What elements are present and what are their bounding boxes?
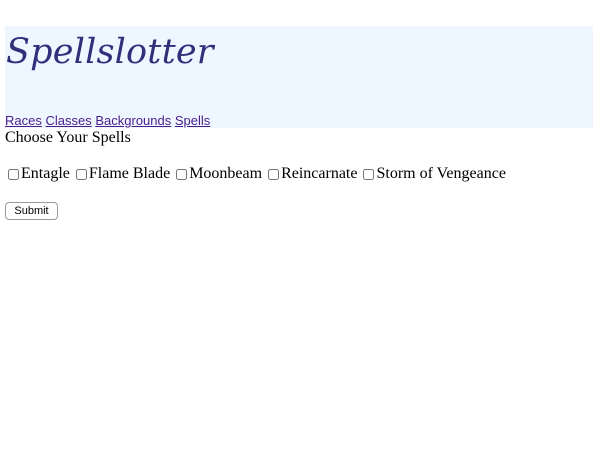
spell-checkbox-flame-blade[interactable] <box>75 168 87 180</box>
spell-option-flame-blade[interactable]: Flame Blade <box>73 164 170 184</box>
spell-label: Moonbeam <box>189 165 263 182</box>
spell-label: Reincarnate <box>281 165 358 182</box>
page: Spellslotter Races Classes Backgrounds S… <box>0 0 593 473</box>
spell-option-reincarnate[interactable]: Reincarnate <box>265 164 357 184</box>
spell-label: Storm of Vengeance <box>376 165 506 182</box>
site-header: Spellslotter Races Classes Backgrounds S… <box>5 26 593 128</box>
spell-checkbox-storm-of-vengeance[interactable] <box>363 168 375 180</box>
spell-option-moonbeam[interactable]: Moonbeam <box>173 164 262 184</box>
nav-link-classes[interactable]: Classes <box>45 113 91 128</box>
nav-link-backgrounds[interactable]: Backgrounds <box>95 113 171 128</box>
spell-checkbox-reincarnate[interactable] <box>268 168 280 180</box>
spell-checkbox-entagle[interactable] <box>8 168 19 180</box>
spell-option-entagle[interactable]: Entagle <box>5 164 70 184</box>
submit-button[interactable]: Submit <box>5 202 58 220</box>
site-logo: Spellslotter <box>6 32 214 72</box>
spell-label: Flame Blade <box>88 165 171 182</box>
main-nav: Races Classes Backgrounds Spells <box>5 113 210 129</box>
spell-checkbox-moonbeam[interactable] <box>176 168 188 180</box>
page-title: Choose Your Spells <box>5 129 131 146</box>
nav-link-races[interactable]: Races <box>5 113 42 128</box>
nav-link-spells[interactable]: Spells <box>175 113 210 128</box>
spell-label: Entagle <box>21 165 70 182</box>
spell-option-storm-of-vengeance[interactable]: Storm of Vengeance <box>360 164 506 184</box>
spell-form: Entagle Flame Blade Moonbeam Reincarnate… <box>5 164 509 184</box>
